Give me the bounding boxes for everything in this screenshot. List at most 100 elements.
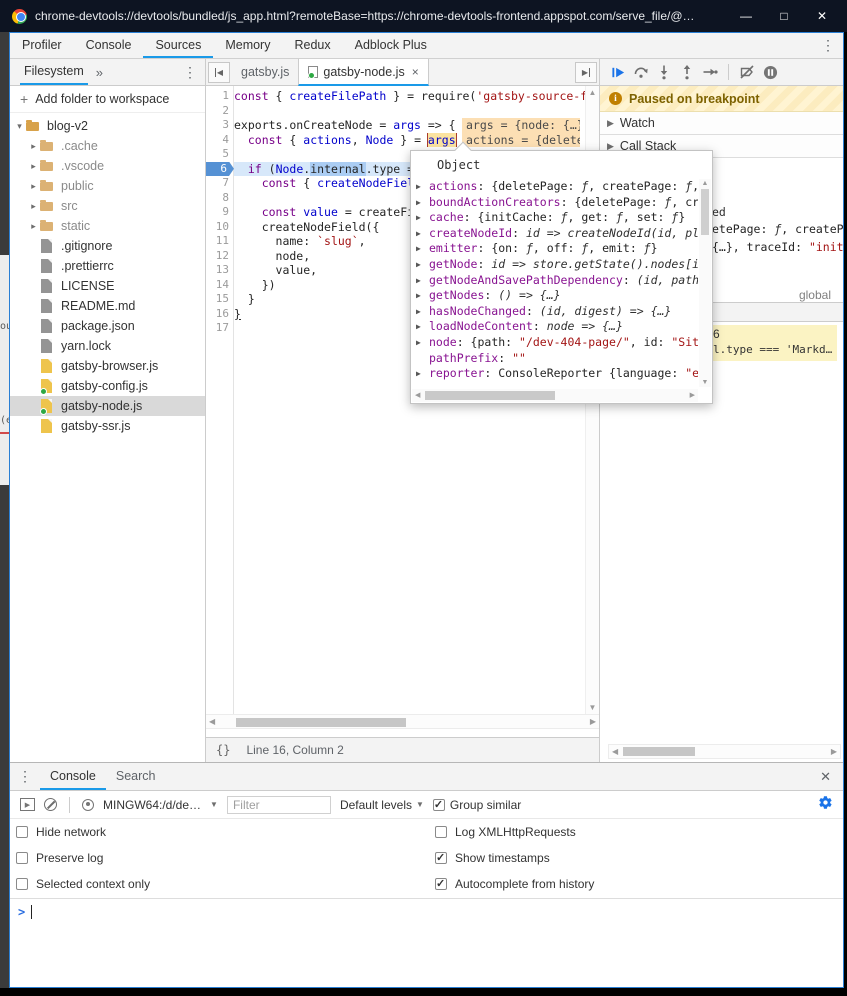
tree-item-public[interactable]: ▸public — [10, 176, 205, 196]
checkbox[interactable] — [435, 852, 447, 864]
panel-horizontal-scrollbar[interactable]: ◀ ▶ — [608, 744, 841, 759]
code-line-content[interactable]: exports.onCreateNode = args => {args = {… — [234, 118, 585, 133]
tabs-scroll-right-button[interactable]: ▶ — [575, 62, 597, 83]
drawer-kebab-icon[interactable]: ⋮ — [10, 763, 40, 790]
checkbox[interactable] — [16, 852, 28, 864]
object-property-row[interactable]: pathPrefix: "" — [411, 351, 698, 367]
scrollbar-thumb[interactable] — [425, 391, 555, 400]
console-setting-show-timestamps[interactable]: Show timestamps — [435, 845, 594, 871]
context-selector[interactable]: MINGW64:/d/de… — [103, 798, 201, 812]
tree-item-gatsby-node.js[interactable]: gatsby-node.js — [10, 396, 205, 416]
object-property-row[interactable]: ▶createNodeId: id => createNodeId(id, pl… — [411, 226, 698, 242]
console-setting-selected-context-only[interactable]: Selected context only — [16, 871, 150, 897]
object-property-row[interactable]: ▶getNodes: () => {…} — [411, 288, 698, 304]
line-number[interactable]: 1 — [206, 89, 234, 104]
tab-filesystem[interactable]: Filesystem — [20, 59, 88, 85]
tree-item-package.json[interactable]: package.json — [10, 316, 205, 336]
tree-item-.cache[interactable]: ▸.cache — [10, 136, 205, 156]
line-number[interactable]: 13 — [206, 263, 234, 278]
checkbox[interactable] — [16, 878, 28, 890]
expand-triangle-icon[interactable]: ▶ — [416, 257, 421, 273]
object-property-row[interactable]: ▶boundActionCreators: {deletePage: ƒ, cr… — [411, 195, 698, 211]
expand-triangle-icon[interactable]: ▶ — [416, 288, 421, 304]
sidebar-kebab-icon[interactable]: ⋮ — [175, 59, 205, 85]
scroll-left-icon[interactable]: ◀ — [612, 747, 618, 756]
checkbox[interactable] — [435, 826, 447, 838]
pretty-print-button[interactable]: {} — [216, 743, 230, 757]
tree-item-LICENSE[interactable]: LICENSE — [10, 276, 205, 296]
code-line-content[interactable]: const { actions, Node } = argsactions = … — [234, 133, 585, 148]
pause-on-exceptions-button[interactable] — [762, 64, 778, 80]
expand-triangle-icon[interactable]: ▶ — [416, 226, 421, 242]
tree-item-src[interactable]: ▸src — [10, 196, 205, 216]
object-property-row[interactable]: ▶loadNodeContent: node => {…} — [411, 319, 698, 335]
scroll-right-icon[interactable]: ▶ — [831, 747, 837, 756]
step-over-button[interactable] — [633, 64, 649, 80]
main-tab-adblock-plus[interactable]: Adblock Plus — [343, 33, 439, 58]
code-line[interactable]: 3exports.onCreateNode = args => {args = … — [206, 118, 585, 133]
scroll-down-icon[interactable]: ▼ — [699, 379, 711, 386]
close-button[interactable]: ✕ — [803, 2, 841, 30]
deactivate-breakpoints-button[interactable] — [739, 64, 755, 80]
main-tab-sources[interactable]: Sources — [143, 33, 213, 58]
drawer-close-icon[interactable]: ✕ — [808, 763, 843, 790]
editor-tab-gatsby-node.js[interactable]: gatsby-node.js× — [298, 59, 428, 86]
step-out-button[interactable] — [679, 64, 695, 80]
line-number[interactable]: 3 — [206, 118, 234, 133]
tree-item-.gitignore[interactable]: .gitignore — [10, 236, 205, 256]
expand-triangle-icon[interactable]: ▶ — [416, 273, 421, 289]
console-setting-autocomplete-from-history[interactable]: Autocomplete from history — [435, 871, 594, 897]
expand-triangle-icon[interactable]: ▶ — [416, 304, 421, 320]
object-property-row[interactable]: ▶hasNodeChanged: (id, digest) => {…} — [411, 304, 698, 320]
expand-triangle-icon[interactable]: ▶ — [416, 195, 421, 211]
console-settings-gear-icon[interactable] — [818, 795, 833, 815]
resume-button[interactable] — [610, 64, 626, 80]
expand-triangle-icon[interactable]: ▶ — [416, 210, 421, 226]
chevron-collapsed-icon[interactable]: ▸ — [28, 221, 39, 232]
console-setting-preserve-log[interactable]: Preserve log — [16, 845, 150, 871]
console-prompt[interactable]: > — [10, 899, 843, 925]
scroll-up-icon[interactable]: ▲ — [699, 180, 711, 187]
expand-triangle-icon[interactable]: ▶ — [416, 319, 421, 335]
line-number[interactable]: 4 — [206, 133, 234, 148]
line-number[interactable]: 9 — [206, 205, 234, 220]
object-property-row[interactable]: ▶node: {path: "/dev-404-page/", id: "Sit… — [411, 335, 698, 351]
object-property-row[interactable]: ▶reporter: ConsoleReporter {language: "e… — [411, 366, 698, 382]
object-property-row[interactable]: ▶cache: {initCache: ƒ, get: ƒ, set: ƒ} — [411, 210, 698, 226]
scroll-left-icon[interactable]: ◀ — [415, 391, 420, 399]
tree-item-gatsby-config.js[interactable]: gatsby-config.js — [10, 376, 205, 396]
scroll-left-icon[interactable]: ◀ — [209, 717, 215, 726]
code-line[interactable]: 2 — [206, 104, 585, 119]
group-similar-checkbox[interactable] — [433, 799, 445, 811]
tab-console[interactable]: Console — [40, 763, 106, 790]
expand-triangle-icon[interactable]: ▶ — [416, 179, 421, 195]
object-property-row[interactable]: ▶getNodeAndSavePathDependency: (id, path… — [411, 273, 698, 289]
expand-triangle-icon[interactable]: ▶ — [416, 366, 421, 382]
chevron-down-icon[interactable]: ▼ — [210, 800, 218, 809]
close-tab-icon[interactable]: × — [412, 65, 419, 79]
tree-item-README.md[interactable]: README.md — [10, 296, 205, 316]
expand-triangle-icon[interactable]: ▶ — [416, 335, 421, 351]
minimize-button[interactable]: — — [727, 2, 765, 30]
scrollbar-thumb[interactable] — [623, 747, 695, 756]
scroll-right-icon[interactable]: ▶ — [690, 391, 695, 399]
line-number[interactable]: 8 — [206, 191, 234, 206]
chevron-collapsed-icon[interactable]: ▸ — [28, 181, 39, 192]
tabs-scroll-left-button[interactable]: ◀ — [208, 62, 230, 83]
line-number[interactable]: 7 — [206, 176, 234, 191]
checkbox[interactable] — [16, 826, 28, 838]
tree-item-gatsby-ssr.js[interactable]: gatsby-ssr.js — [10, 416, 205, 436]
scrollbar-thumb[interactable] — [236, 718, 406, 727]
line-number[interactable]: 11 — [206, 234, 234, 249]
scroll-right-icon[interactable]: ▶ — [590, 717, 596, 726]
code-line[interactable]: 4 const { actions, Node } = argsactions … — [206, 133, 585, 148]
scroll-up-icon[interactable]: ▲ — [586, 88, 599, 97]
main-tab-redux[interactable]: Redux — [282, 33, 342, 58]
chevron-collapsed-icon[interactable]: ▸ — [28, 141, 39, 152]
main-menu-kebab-icon[interactable]: ⋮ — [813, 33, 843, 58]
log-levels-dropdown[interactable]: Default levels ▼ — [340, 798, 424, 812]
tree-item-.vscode[interactable]: ▸.vscode — [10, 156, 205, 176]
clear-console-icon[interactable] — [44, 798, 57, 811]
step-into-button[interactable] — [656, 64, 672, 80]
scrollbar-thumb[interactable] — [701, 189, 709, 235]
